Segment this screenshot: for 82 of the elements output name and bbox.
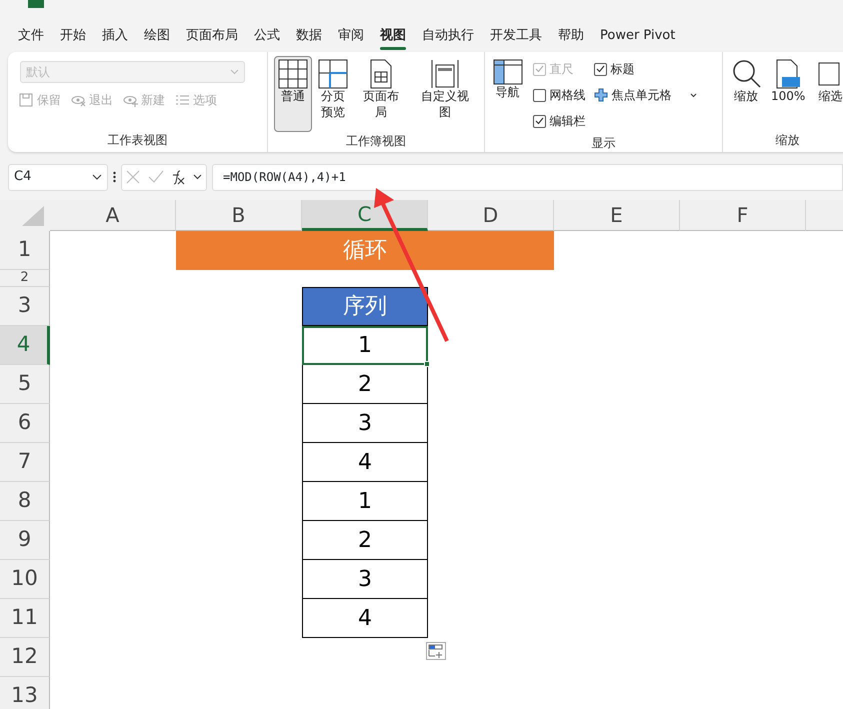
header-cell: 序列 (302, 287, 428, 326)
column-header[interactable]: A (50, 200, 176, 231)
table-cell[interactable]: 2 (302, 521, 428, 560)
menu-tab[interactable]: 数据 (288, 24, 330, 48)
menu-tab[interactable]: 开始 (52, 24, 94, 48)
formula-field[interactable]: =MOD(ROW(A4),4)+1 (212, 164, 843, 190)
check-icon (596, 65, 605, 73)
row-header[interactable]: 8 (0, 482, 50, 521)
chevron-down-icon (192, 174, 202, 180)
checkbox[interactable]: 编辑栏 (532, 108, 586, 134)
checkbox[interactable]: 网格线 (532, 82, 586, 108)
function-icon (172, 170, 185, 184)
workbook-view-button[interactable]: 普通 (274, 56, 312, 132)
check-icon (534, 117, 544, 125)
row-header[interactable]: 12 (0, 638, 50, 677)
workbook-view-button[interactable]: 页面布局 (354, 56, 408, 124)
zoom-button[interactable]: 100% (767, 56, 810, 108)
cancel-icon (126, 170, 140, 184)
workbook-view-button[interactable]: 自定义视图 (412, 56, 478, 124)
grid-icon (278, 59, 308, 89)
fill-handle[interactable] (424, 361, 430, 367)
name-box[interactable]: C4 (8, 164, 108, 190)
title-cell: 循环 (176, 231, 554, 270)
check-icon (148, 170, 164, 184)
chevron-down-icon (230, 69, 239, 75)
row-header[interactable]: 5 (0, 365, 50, 404)
group-label: 工作表视图 (106, 132, 169, 149)
row-header[interactable]: 4 (0, 326, 50, 365)
custom-view-icon (430, 59, 460, 89)
menu-tab[interactable]: 绘图 (136, 24, 178, 48)
menu-tab[interactable]: 开发工具 (482, 24, 550, 48)
plus-cross-icon (594, 88, 608, 102)
row-header[interactable]: 1 (0, 231, 50, 270)
focus-cell-button[interactable]: 焦点单元格 (594, 82, 697, 108)
list-icon (175, 92, 190, 108)
group-label: 显示 (590, 135, 616, 152)
row-header[interactable]: 11 (0, 599, 50, 638)
row-header[interactable]: 6 (0, 404, 50, 443)
table-cell[interactable]: 1 (302, 326, 428, 365)
table-cell[interactable]: 4 (302, 443, 428, 482)
save-icon (19, 92, 34, 108)
row-header[interactable]: 9 (0, 521, 50, 560)
menu-tab[interactable]: 审阅 (330, 24, 372, 48)
menu-tab[interactable]: Power Pivot (592, 24, 684, 48)
row-header[interactable]: 3 (0, 287, 50, 326)
navigation-pane-icon (492, 59, 523, 85)
menu-tab[interactable]: 页面布局 (178, 24, 246, 48)
column-header[interactable]: C (302, 200, 428, 231)
navigation-button[interactable]: 导航 (490, 56, 525, 104)
row-header[interactable]: 10 (0, 560, 50, 599)
group-label: 缩放 (774, 132, 800, 149)
row-header[interactable]: 13 (0, 677, 50, 709)
zoom-button[interactable]: 缩选 (813, 56, 843, 108)
workbook-view-button[interactable]: 分页预览 (316, 56, 350, 124)
table-cell[interactable]: 2 (302, 365, 428, 404)
excel-logo-icon (28, 0, 44, 8)
table-cell[interactable]: 3 (302, 404, 428, 443)
menu-tab[interactable]: 自动执行 (414, 24, 482, 48)
column-header[interactable]: B (176, 200, 302, 231)
chevron-down-icon (690, 92, 697, 98)
menu-tab[interactable]: 文件 (10, 24, 52, 48)
table-cell[interactable]: 3 (302, 560, 428, 599)
row-header[interactable]: 7 (0, 443, 50, 482)
chevron-down-icon (92, 174, 102, 180)
table-cell[interactable]: 4 (302, 599, 428, 638)
column-header[interactable]: D (428, 200, 554, 231)
table-cell[interactable]: 1 (302, 482, 428, 521)
magnifier-icon (731, 59, 761, 89)
menu-tab[interactable]: 公式 (246, 24, 288, 48)
zoom-button[interactable]: 缩放 (729, 56, 763, 108)
checkbox[interactable]: 标题 (594, 56, 697, 82)
page-break-icon (318, 59, 348, 89)
menu-tab[interactable]: 视图 (372, 24, 414, 48)
column-header[interactable]: F (680, 200, 806, 231)
column-header[interactable]: E (554, 200, 680, 231)
more-options-icon (113, 171, 116, 183)
group-label: 工作簿视图 (344, 133, 407, 150)
menu-tab[interactable]: 插入 (94, 24, 136, 48)
menu-tab[interactable]: 帮助 (550, 24, 592, 48)
quick-analysis-icon (426, 642, 446, 660)
row-header[interactable]: 2 (0, 270, 50, 287)
check-icon (534, 65, 544, 73)
